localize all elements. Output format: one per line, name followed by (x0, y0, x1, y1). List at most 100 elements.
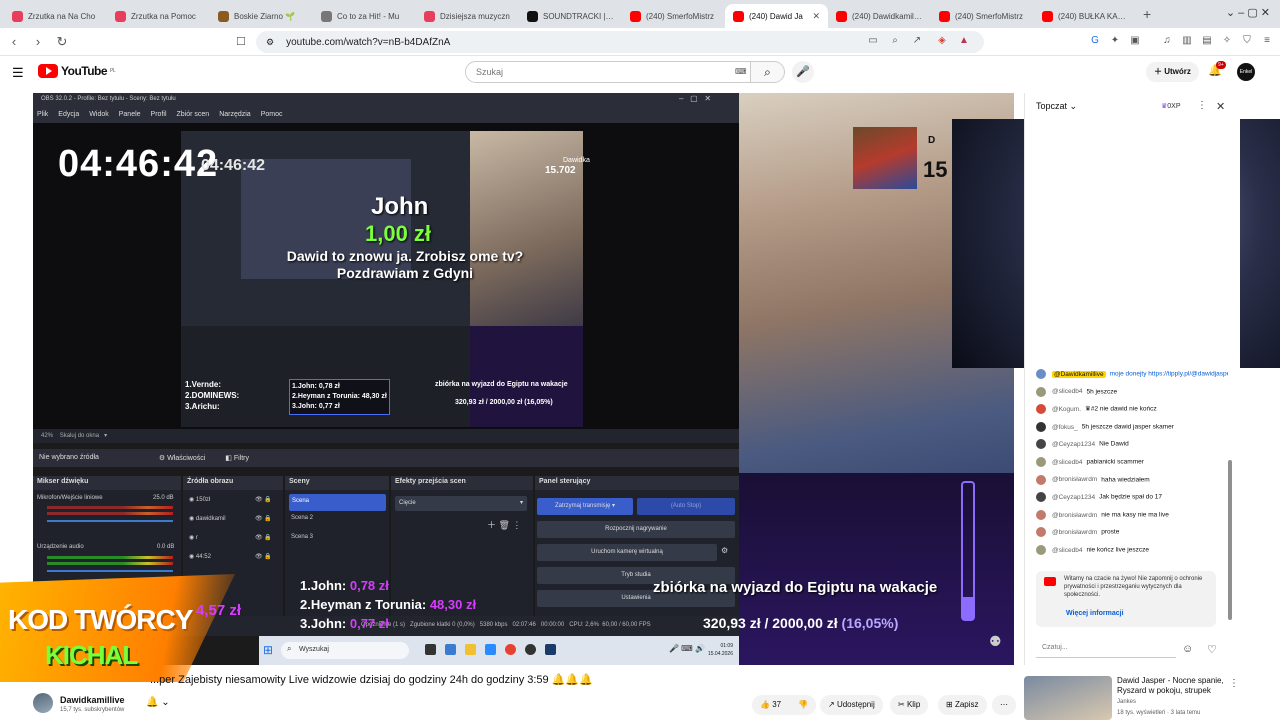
chat-username[interactable]: @Kogum. (1052, 406, 1081, 413)
visibility-eye-icon[interactable]: 👁 🔒 (255, 496, 272, 503)
forward-icon[interactable]: › (28, 34, 48, 49)
menu-icon[interactable]: ≡ (1260, 34, 1274, 48)
chat-username[interactable]: @Ceyzap1234 (1052, 494, 1095, 501)
gear-icon[interactable]: ⚙ (721, 546, 728, 555)
browser-tab[interactable]: (240) BUŁKA KARU (1034, 4, 1137, 28)
browser-tab[interactable]: Co to za Hit! - Mu (313, 4, 416, 28)
chat-username[interactable]: @bronisławrdm (1052, 529, 1097, 536)
more-info-link[interactable]: Więcej informacji (1066, 610, 1124, 617)
media-icon[interactable]: ♫ (1160, 34, 1174, 48)
create-button[interactable]: ＋ Utwórz (1146, 62, 1199, 82)
chat-username[interactable]: @bronisławrdm (1052, 512, 1097, 519)
account-avatar[interactable]: Enkel (1237, 63, 1255, 81)
more-vert-icon[interactable]: ⋮ (1197, 100, 1207, 111)
chat-message[interactable]: @Ceyzap1234 Nie Dawid (1036, 439, 1228, 450)
vpn-icon[interactable]: ⛉ (1240, 34, 1254, 48)
chat-message[interactable]: @slicedb4 nie kończ live jeszcze (1036, 545, 1228, 555)
channel-name[interactable]: Dawidkamillive (60, 695, 125, 705)
source-item[interactable]: ◉ 150zł (189, 496, 210, 503)
tray-icons[interactable]: 🎤 ⌨ 🔊 (669, 644, 705, 653)
properties-button[interactable]: ⚙ Właściwości (159, 454, 205, 462)
steam-icon[interactable] (545, 644, 556, 655)
browser-tab[interactable]: (240) Dawid Ja ✕ (725, 4, 828, 28)
obs-menu-item[interactable]: Widok (89, 111, 108, 119)
obs-menu-item[interactable]: Zbiór scen (177, 111, 210, 119)
mic-icon[interactable]: 🎤 (792, 61, 814, 83)
chat-message[interactable]: @Dawidkamillive moje donejty https://tipp… (1036, 369, 1228, 379)
chat-avatar[interactable] (1036, 545, 1046, 555)
scene-item[interactable]: Scena 3 (291, 534, 313, 540)
chat-avatar[interactable] (1036, 474, 1046, 485)
windows-start-icon[interactable]: ⊞ (263, 643, 273, 657)
explorer-icon[interactable] (465, 644, 476, 655)
channel-avatar[interactable] (33, 693, 53, 713)
source-item[interactable]: ◉ 44:52 (189, 553, 211, 560)
save-button[interactable]: ⊞ Zapisz (938, 695, 987, 715)
chat-avatar[interactable] (1036, 386, 1046, 397)
browser-tab[interactable]: Dzisiejsza muzyczn (416, 4, 519, 28)
chat-message[interactable]: @bronisławrdm nie ma kasy nie ma live (1036, 509, 1228, 520)
stop-stream-button[interactable]: Zatrzymaj transmisję ▾ (537, 498, 633, 515)
transition-select[interactable]: Cięcie ▾ (395, 496, 527, 511)
share-button[interactable]: ↗ Udostępnij (820, 695, 883, 715)
chat-scrollbar[interactable] (1228, 460, 1232, 620)
transition-tools[interactable]: ＋ 🗑 ⋮ (487, 518, 521, 531)
obs-menu-item[interactable]: Plik (37, 111, 48, 119)
wallet-icon[interactable]: ▤ (1200, 34, 1214, 48)
desk-volume-slider[interactable] (47, 570, 173, 572)
chat-message[interactable]: @fokus_ 5h jeszcze dawid jasper skamer (1036, 421, 1228, 432)
visibility-eye-icon[interactable]: 👁 🔒 (255, 534, 272, 541)
sidebar-icon[interactable]: ▥ (1180, 34, 1194, 48)
more-vert-icon[interactable]: ⋮ (1229, 678, 1239, 689)
chat-avatar[interactable] (1036, 509, 1046, 520)
obs-icon[interactable] (525, 644, 536, 655)
filters-button[interactable]: ◧ Filtry (225, 454, 249, 462)
browser-tab[interactable]: (240) SmerfoMistrz (931, 4, 1034, 28)
scene-item-selected[interactable]: Scena (289, 494, 386, 511)
reload-icon[interactable]: ↻ (52, 34, 72, 50)
visibility-eye-icon[interactable]: 👁 🔒 (255, 515, 272, 522)
browser-tab[interactable]: Zrzutka na Na Cho (4, 4, 107, 28)
extensions-icon[interactable]: ✦ (1108, 34, 1122, 48)
back-icon[interactable]: ‹ (4, 34, 24, 49)
chat-message[interactable]: @slicedb4 5h jeszcze (1036, 386, 1228, 397)
edge-icon[interactable] (485, 644, 496, 655)
chat-avatar[interactable] (1036, 439, 1046, 450)
mic-volume-slider[interactable] (47, 520, 173, 522)
zoom-icon[interactable]: ⌕ (888, 34, 902, 48)
more-actions-button[interactable]: ⋯ (992, 695, 1016, 715)
keyboard-icon[interactable]: ⌨ (735, 67, 747, 76)
chrome-icon[interactable] (505, 644, 516, 655)
chat-username[interactable]: @slicedb4 (1052, 547, 1082, 554)
browser-tab[interactable]: SOUNDTRACKI | Ja (519, 4, 622, 28)
chat-mode-select[interactable]: Topczat ⌄ (1036, 101, 1077, 112)
share-icon[interactable]: ↗ (910, 34, 924, 48)
new-tab-icon[interactable]: + (1143, 6, 1151, 22)
chat-message[interactable]: @Ceyzap1234 Jak będzie spał do 17 (1036, 492, 1228, 503)
scene-item[interactable]: Scena 2 (291, 515, 313, 521)
related-video-thumbnail[interactable] (1024, 676, 1112, 720)
browser-tab[interactable]: (240) SmerfoMistrz (622, 4, 725, 28)
chat-message[interactable]: @Kogum. ♛#2 nie dawid nie kończ (1036, 404, 1228, 415)
close-icon[interactable]: ✕ (1216, 100, 1225, 113)
heart-icon[interactable]: ♡ (1207, 643, 1217, 656)
obs-menu-item[interactable]: Narzędzia (219, 111, 251, 119)
leo-icon[interactable]: ✧ (1220, 34, 1234, 48)
emoji-icon[interactable]: ☺ (1182, 643, 1193, 655)
chat-avatar[interactable] (1036, 421, 1046, 432)
obs-menu-item[interactable]: Profil (151, 111, 167, 119)
chat-avatar[interactable] (1036, 527, 1046, 538)
dislike-button[interactable]: 👎 (790, 695, 816, 715)
chat-message[interactable]: @bronisławrdm proste (1036, 527, 1228, 538)
chat-avatar[interactable] (1036, 404, 1046, 415)
site-info-icon[interactable]: ⚙ (266, 37, 274, 48)
scale-mode[interactable]: Skaluj do okna (60, 433, 99, 439)
hamburger-icon[interactable]: ☰ (12, 65, 24, 81)
search-button[interactable]: ⌕ (751, 61, 785, 83)
auto-stop-button[interactable]: (Auto Stop) (637, 498, 735, 515)
chat-username[interactable]: @bronisławrdm (1052, 476, 1097, 483)
subscribe-bell-icon[interactable]: 🔔 ⌄ (146, 697, 170, 708)
bookmark-icon[interactable]: ☐ (236, 35, 246, 48)
chat-username[interactable]: @slicedb4 (1052, 388, 1082, 395)
source-item[interactable]: ◉ dawidkamil (189, 515, 226, 522)
